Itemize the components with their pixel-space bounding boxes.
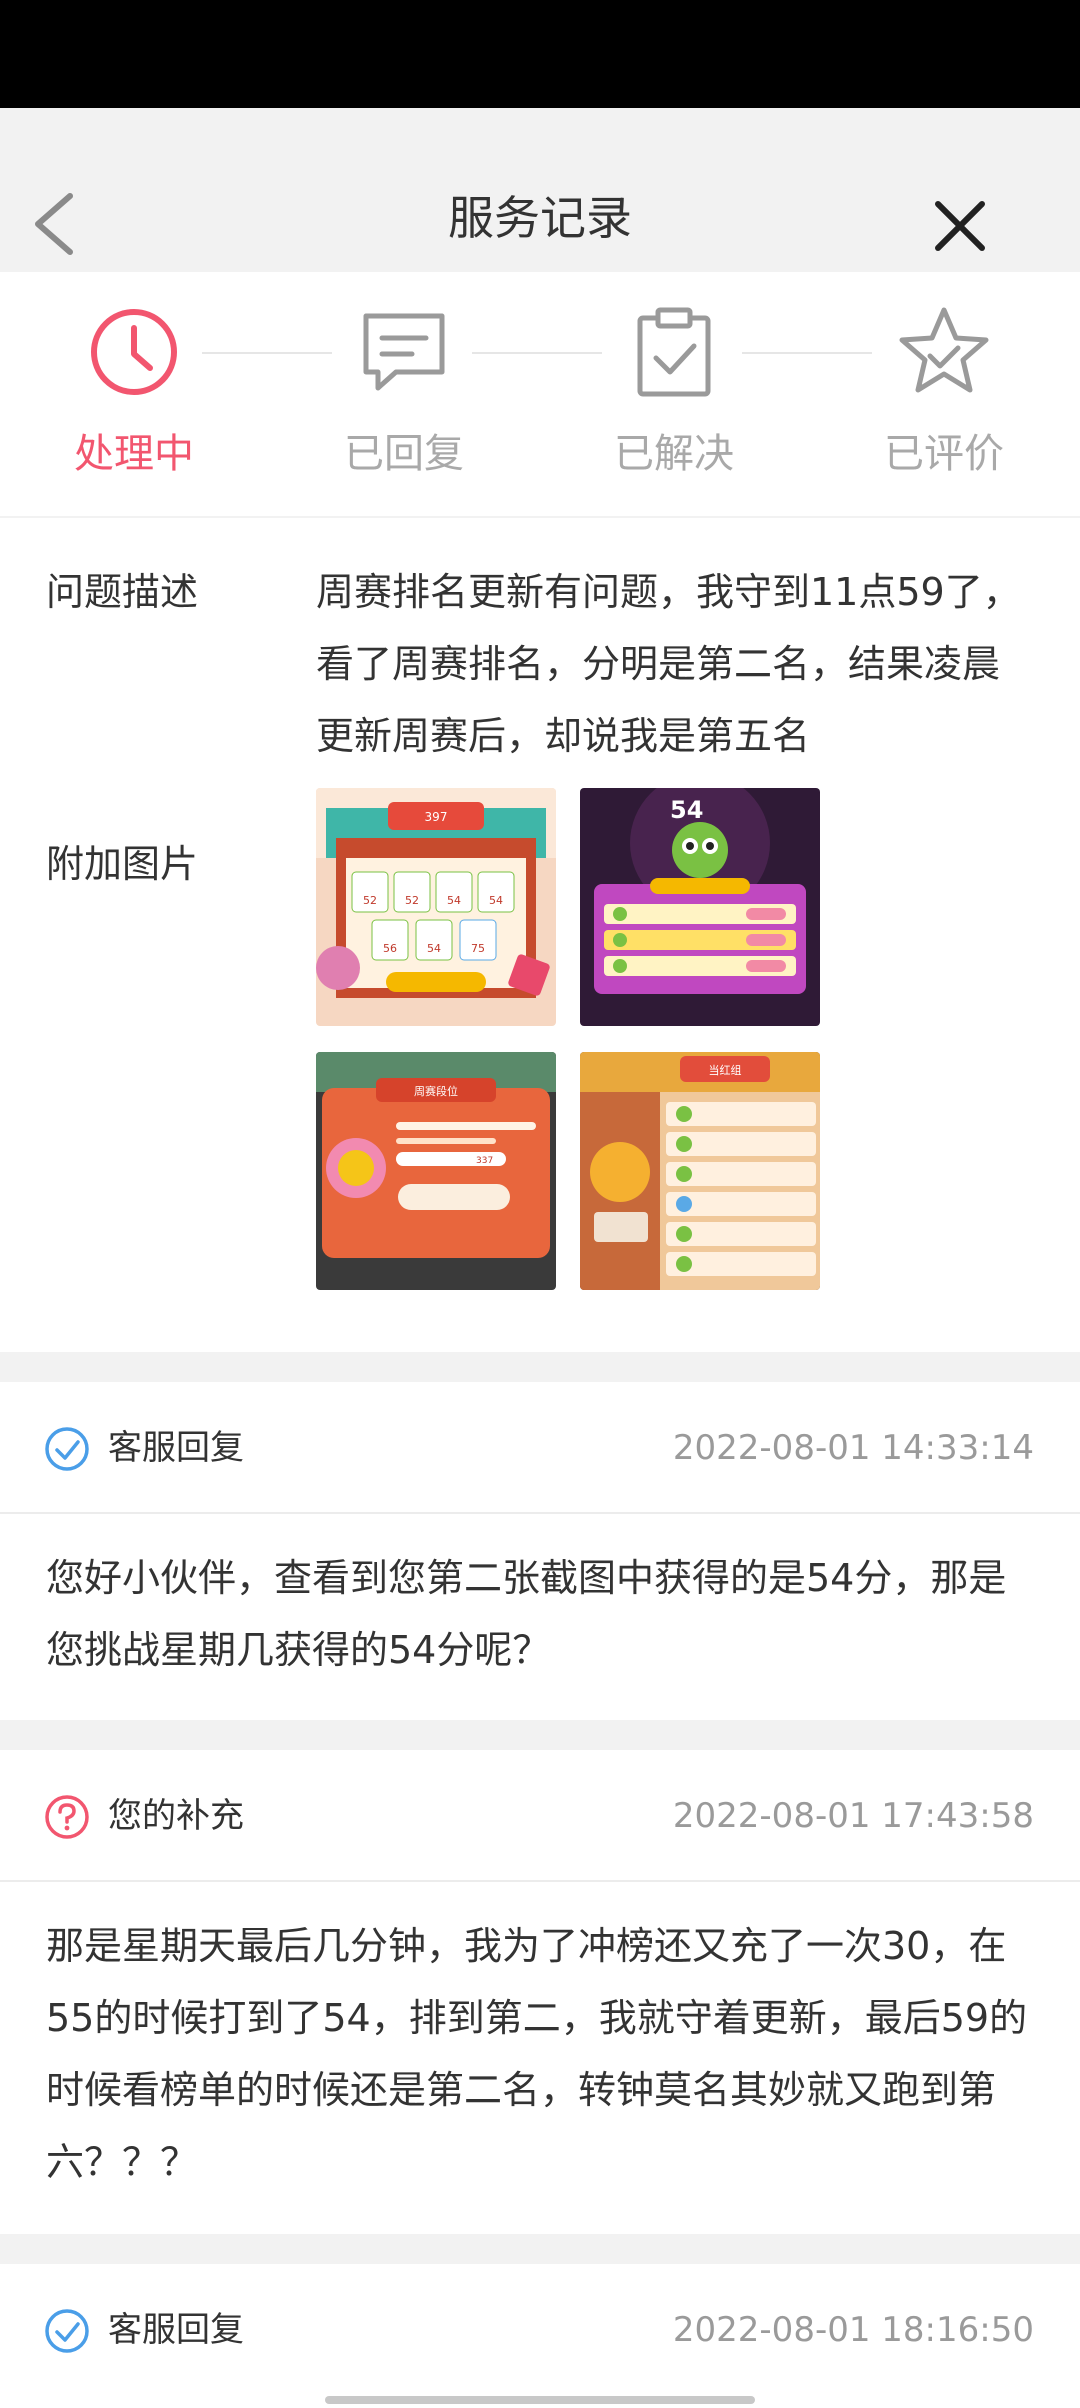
attachment-image-3[interactable]: 周赛段位 337 [316, 1052, 556, 1290]
attachment-image-4[interactable]: 当红组 [580, 1052, 820, 1290]
image-text: 52 [363, 894, 377, 907]
status-bar [0, 0, 1080, 108]
step-replied: 已回复 [304, 304, 504, 480]
ranking-image: 54 [580, 788, 820, 1026]
image-text: 56 [383, 942, 397, 955]
reply-text: 您好小伙伴，查看到您第二张截图中获得的是54分，那是您挑战星期几获得的54分呢？ [46, 1556, 1007, 1672]
image-text: 337 [476, 1156, 493, 1166]
image-text: 52 [405, 894, 419, 907]
weekly-match-image: 397 52 52 54 54 56 54 75 [316, 788, 556, 1026]
step-resolved: 已解决 [574, 304, 774, 480]
step-processing: 处理中 [34, 304, 234, 480]
step-label: 处理中 [74, 431, 194, 477]
reply-header: 客服回复 2022-08-01 14:33:14 [0, 1382, 1080, 1514]
question-circle-icon [45, 1795, 89, 1839]
star-check-icon [899, 307, 989, 393]
clipboard-check-icon [637, 307, 711, 397]
image-text: 397 [425, 810, 448, 824]
page-title: 服务记录 [448, 191, 632, 245]
reply-time: 2022-08-01 18:16:50 [672, 2310, 1034, 2350]
reply-card: 客服回复 2022-08-01 14:33:14 您好小伙伴，查看到您第二张截图… [0, 1382, 1080, 1720]
result-popup-image: 周赛段位 337 [316, 1052, 556, 1290]
reply-card: 客服回复 2022-08-01 18:16:50 [0, 2264, 1080, 2408]
image-text: 54 [670, 796, 703, 824]
title-bar: 服务记录 [0, 108, 1080, 272]
close-icon [935, 201, 985, 251]
reply-header: 客服回复 2022-08-01 18:16:50 [0, 2264, 1080, 2394]
problem-card: 问题描述 周赛排名更新有问题，我守到11点59了，看了周赛排名，分明是第二名，结… [0, 518, 1080, 1352]
problem-text: 周赛排名更新有问题，我守到11点59了，看了周赛排名，分明是第二名，结果凌晨更新… [316, 570, 1021, 758]
reply-author: 您的补充 [108, 1796, 244, 1836]
reply-author: 客服回复 [108, 1428, 244, 1468]
reply-time: 2022-08-01 14:33:14 [672, 1428, 1034, 1468]
home-indicator[interactable] [325, 2396, 755, 2404]
attachment-image-2[interactable]: 54 [580, 788, 820, 1026]
reply-header: 您的补充 2022-08-01 17:43:58 [0, 1750, 1080, 1882]
step-label: 已评价 [884, 431, 1004, 477]
reply-author: 客服回复 [108, 2310, 244, 2350]
image-text: 54 [427, 942, 441, 955]
image-text: 75 [471, 942, 485, 955]
attachments-label: 附加图片 [46, 842, 199, 886]
image-text: 周赛段位 [414, 1084, 458, 1098]
image-text: 当红组 [709, 1063, 742, 1077]
clock-icon [91, 309, 177, 395]
image-text: 54 [489, 894, 503, 907]
progress-steps: 处理中 已回复 已解决 已评价 [0, 272, 1080, 516]
step-rated: 已评价 [844, 304, 1044, 480]
supplement-card: 您的补充 2022-08-01 17:43:58 那是星期天最后几分钟，我为了冲… [0, 1750, 1080, 2234]
attachment-image-1[interactable]: 397 52 52 54 54 56 54 75 [316, 788, 556, 1026]
image-text: 54 [447, 894, 461, 907]
step-label: 已解决 [614, 431, 734, 477]
close-button[interactable] [920, 186, 1000, 266]
leaderboard-image: 当红组 [580, 1052, 820, 1290]
reply-text: 那是星期天最后几分钟，我为了冲榜还又充了一次30，在55的时候打到了54，排到第… [46, 1924, 1028, 2184]
check-circle-icon [45, 1427, 89, 1471]
chat-bubble-icon [363, 313, 445, 391]
problem-label: 问题描述 [46, 570, 199, 614]
check-circle-icon [45, 2309, 89, 2353]
step-label: 已回复 [344, 431, 464, 477]
reply-time: 2022-08-01 17:43:58 [672, 1796, 1034, 1836]
